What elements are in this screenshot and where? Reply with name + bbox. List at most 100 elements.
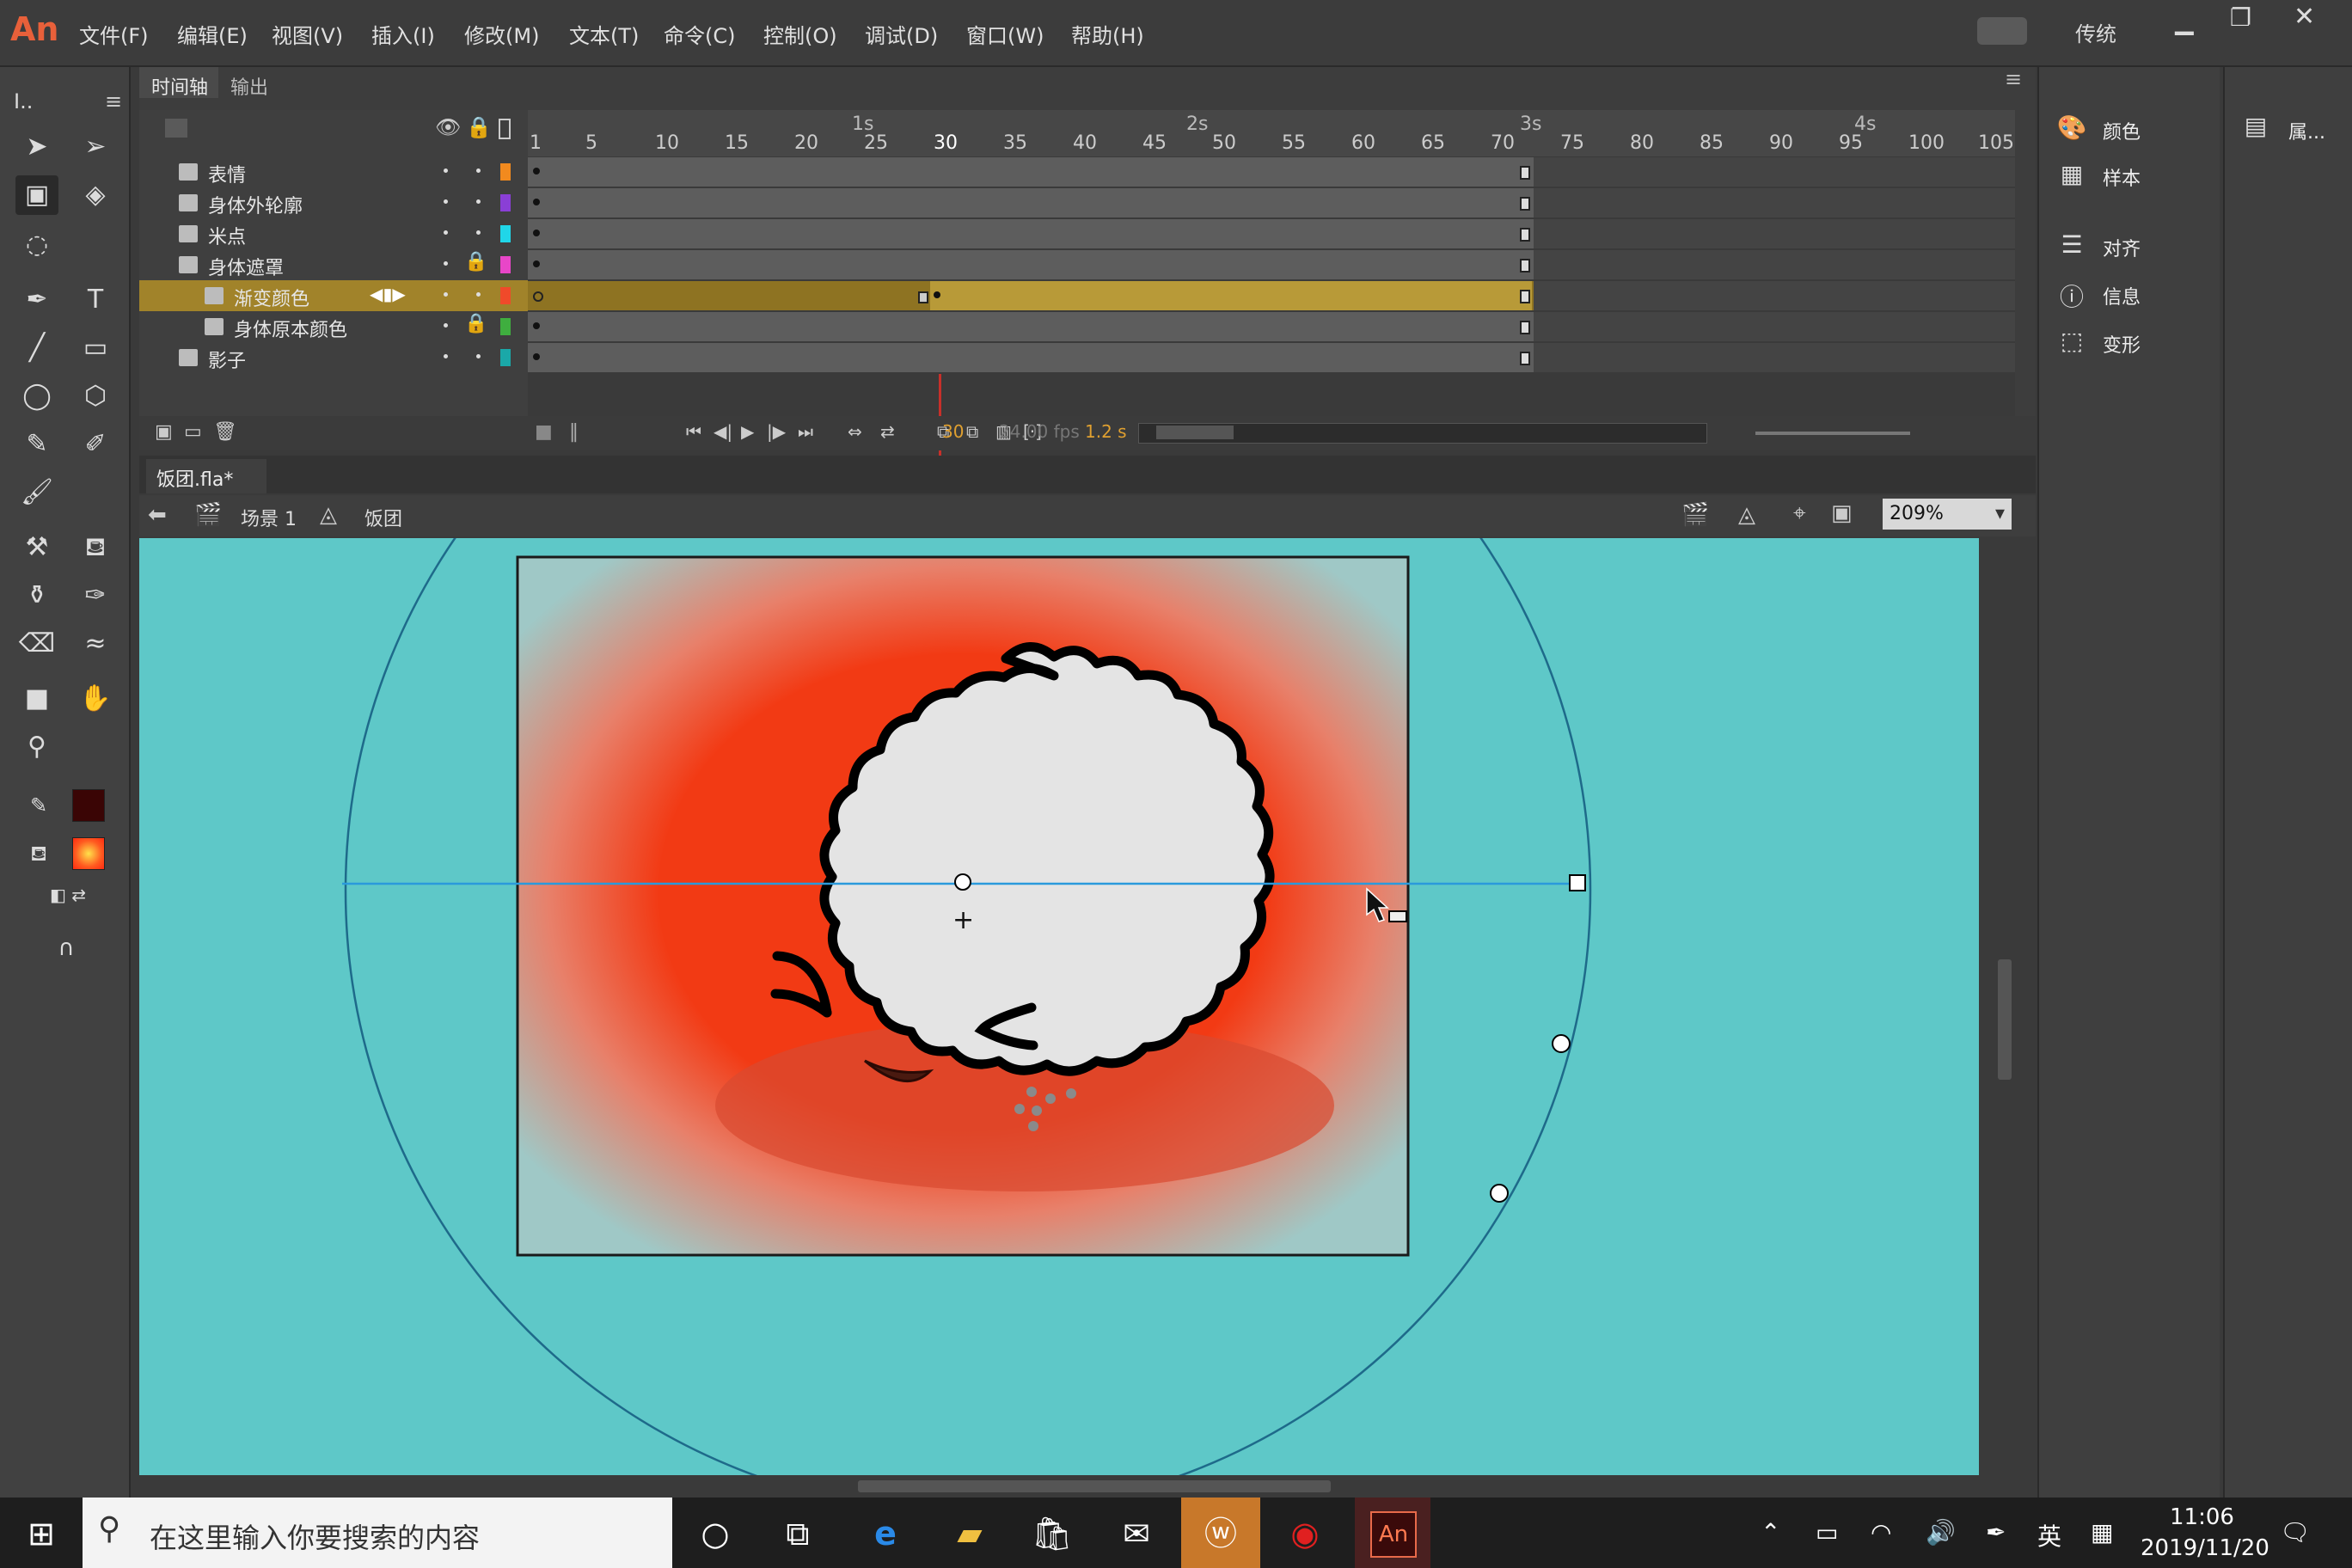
frame-row[interactable] <box>528 281 1534 312</box>
volume-icon[interactable]: 🔊 <box>1926 1518 1956 1547</box>
workspace-switcher[interactable]: 传统 <box>2075 17 2116 47</box>
new-folder-icon[interactable]: ▭ <box>184 421 202 443</box>
frame-row[interactable] <box>528 219 1534 250</box>
current-frame-field[interactable]: 30 <box>942 421 964 442</box>
subselection-tool-icon[interactable]: ➢ <box>74 127 117 167</box>
pen-tool-icon[interactable]: ✒ <box>15 280 58 320</box>
tab-output[interactable]: 输出 <box>230 72 268 100</box>
pencil-tool-icon[interactable]: ✎ <box>15 425 58 464</box>
task-view-icon[interactable]: ⧉ <box>774 1510 822 1558</box>
snap-magnet-icon[interactable]: ∩ <box>45 928 88 968</box>
frame-row[interactable] <box>528 157 1534 188</box>
menu-file[interactable]: 文件(F) <box>79 19 149 49</box>
center-frame-icon[interactable]: ⇄ <box>880 421 895 442</box>
cortana-icon[interactable]: ○ <box>691 1510 739 1558</box>
eyedropper-tool-icon[interactable]: ✑ <box>74 576 117 616</box>
recorder-icon[interactable]: ◉ <box>1281 1510 1329 1558</box>
empty-frames[interactable] <box>1534 188 2015 217</box>
step-back-icon[interactable]: ◀| <box>714 421 732 442</box>
layer-row[interactable]: 渐变颜色 ◀▮▶ <box>139 280 528 311</box>
empty-frames[interactable] <box>1534 343 2015 372</box>
new-layer-icon[interactable]: ▣ <box>155 421 173 443</box>
keyframe-dot[interactable] <box>533 322 540 329</box>
edit-scene-icon[interactable]: 🎬 <box>1681 502 1709 528</box>
empty-frames[interactable] <box>1534 250 2015 279</box>
lock-dot[interactable] <box>476 199 481 204</box>
app-w-icon[interactable]: ⓦ <box>1197 1510 1245 1558</box>
lock-dot[interactable] <box>476 354 481 358</box>
menu-edit[interactable]: 编辑(E) <box>177 19 248 49</box>
layer-row[interactable]: 身体外轮廓 <box>139 187 528 218</box>
first-frame-icon[interactable]: ⏮ <box>686 421 701 442</box>
camera-tool-icon[interactable]: ■ <box>15 679 58 719</box>
horizontal-scroll-thumb[interactable] <box>858 1480 1331 1492</box>
fill-color-swatch[interactable] <box>72 837 105 870</box>
lock-dot[interactable] <box>476 230 481 235</box>
visibility-dot[interactable] <box>444 168 448 173</box>
menu-control[interactable]: 控制(O) <box>763 19 837 49</box>
timeline-zoom-slider[interactable] <box>1755 432 1910 435</box>
loop-icon[interactable]: ⇔ <box>848 421 862 442</box>
timeline-scroll-thumb[interactable] <box>1156 426 1234 439</box>
keyframe-dot[interactable] <box>533 168 540 175</box>
taskbar-search-box[interactable]: ⚲ 在这里输入你要搜索的内容 <box>83 1498 672 1568</box>
frame-end-marker[interactable] <box>1520 259 1530 273</box>
panel-menu-icon[interactable]: ≡ <box>2005 67 2022 91</box>
width-tool-icon[interactable]: ≈ <box>74 624 117 664</box>
brush-tool-icon[interactable]: ✐ <box>74 425 117 464</box>
camera-icon[interactable]: ■ <box>535 421 553 443</box>
layer-outline-color[interactable] <box>500 287 511 304</box>
pen-ink-icon[interactable]: ✒ <box>1986 1518 2006 1547</box>
menu-command[interactable]: 命令(C) <box>664 19 735 49</box>
frame-end-marker[interactable] <box>1520 352 1530 365</box>
eraser-tool-icon[interactable]: ⌫ <box>15 624 58 664</box>
empty-frames[interactable] <box>1534 219 2015 248</box>
onion-outline-icon[interactable]: ⧉ <box>966 421 978 442</box>
clock-time[interactable]: 11:06 <box>2170 1504 2234 1530</box>
parent-view-icon[interactable]: ‖ <box>569 421 579 443</box>
stage-canvas[interactable]: + <box>139 538 1979 1475</box>
panel-menu-icon[interactable]: ≡ <box>105 89 122 113</box>
frame-row[interactable] <box>528 312 1534 343</box>
animate-app-icon[interactable]: An <box>1370 1511 1417 1558</box>
sync-settings-icon[interactable] <box>1977 17 2027 45</box>
frame-end-marker[interactable] <box>1520 197 1530 211</box>
paint-bucket-tool-icon[interactable]: ⛾ <box>74 528 117 567</box>
edge-icon[interactable]: e <box>861 1510 910 1558</box>
mail-icon[interactable]: ✉ <box>1112 1510 1161 1558</box>
visibility-dot[interactable] <box>444 354 448 358</box>
clock-date[interactable]: 2019/11/20 <box>2141 1535 2269 1561</box>
free-transform-tool-icon[interactable]: ▣ <box>15 175 58 215</box>
line-tool-icon[interactable]: ╱ <box>15 328 58 368</box>
layer-row[interactable]: 米点 <box>139 218 528 249</box>
empty-frames[interactable] <box>1534 157 2015 187</box>
frame-end-marker[interactable] <box>1520 166 1530 180</box>
layer-outline-color[interactable] <box>500 256 511 273</box>
ime-mode-icon[interactable]: ▦ <box>2091 1518 2113 1547</box>
keyframe-dot[interactable] <box>533 353 540 360</box>
visibility-dot[interactable] <box>444 230 448 235</box>
menu-window[interactable]: 窗口(W) <box>966 19 1044 49</box>
frame-row[interactable] <box>528 250 1534 281</box>
layer-outline-color[interactable] <box>500 225 511 242</box>
zoom-select[interactable]: 209% ▾ <box>1883 499 2012 530</box>
battery-icon[interactable]: ▭ <box>1816 1518 1838 1547</box>
keyframe-dot[interactable] <box>934 291 940 298</box>
menu-debug[interactable]: 调试(D) <box>865 19 938 49</box>
play-icon[interactable]: ▶ <box>741 421 754 442</box>
breadcrumb-scene[interactable]: 场景 1 <box>241 504 297 531</box>
empty-frames[interactable] <box>1534 281 2015 310</box>
windows-start-icon[interactable]: ⊞ <box>17 1510 65 1558</box>
visibility-dot[interactable] <box>444 292 448 297</box>
visibility-dot[interactable] <box>444 261 448 266</box>
ink-bottle-tool-icon[interactable]: ⚱ <box>15 576 58 616</box>
paint-brush-tool-icon[interactable]: 🖌 <box>15 473 58 512</box>
network-icon[interactable]: ◠ <box>1871 1518 1891 1547</box>
layer-outline-color[interactable] <box>500 349 511 366</box>
clip-content-icon[interactable]: ▣ <box>1831 500 1853 526</box>
vertical-scrollbar[interactable] <box>1993 538 2017 1475</box>
back-arrow-icon[interactable]: ⬅ <box>148 502 167 528</box>
visibility-dot[interactable] <box>444 323 448 328</box>
panel-properties[interactable]: 属... <box>2288 117 2325 144</box>
panel-color[interactable]: 颜色 <box>2103 117 2141 144</box>
